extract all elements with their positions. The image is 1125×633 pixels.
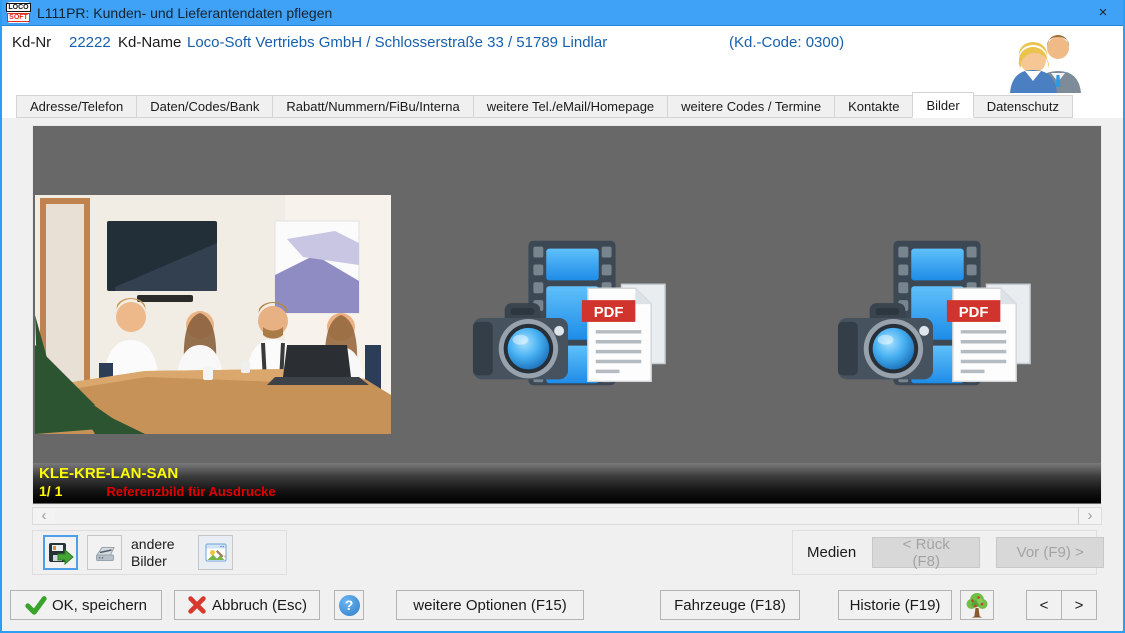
tab-bilder[interactable]: Bilder: [912, 92, 973, 118]
customer-photo[interactable]: [35, 195, 391, 434]
image-viewer-panel: KLE-KRE-LAN-SAN 1/ 1 Referenzbild für Au…: [32, 125, 1102, 505]
save-image-button[interactable]: [43, 535, 78, 570]
historie-button[interactable]: Historie (F19): [838, 590, 952, 620]
tab-adresse-telefon[interactable]: Adresse/Telefon: [16, 95, 137, 118]
loco-soft-logo-icon: LOCO SOFT: [7, 2, 30, 23]
fahrzeuge-button[interactable]: Fahrzeuge (F18): [660, 590, 800, 620]
app-window: LOCO SOFT L111PR: Kunden- und Lieferante…: [0, 0, 1125, 633]
window-title: L111PR: Kunden- und Lieferantendaten pfl…: [37, 5, 332, 21]
kd-code-value: (Kd.-Code: 0300): [729, 34, 844, 51]
horizontal-scrollbar[interactable]: ‹ ›: [32, 507, 1102, 525]
kd-nr-value: 22222: [69, 34, 111, 51]
media-placeholder-icon[interactable]: [836, 238, 1034, 388]
kd-name-value: Loco-Soft Vertriebs GmbH / Schlosserstra…: [187, 34, 607, 51]
record-next-button[interactable]: >: [1061, 590, 1097, 620]
kd-nr-label: Kd-Nr: [12, 34, 51, 51]
tab-rabatt-nummern-fibu-interna[interactable]: Rabatt/Nummern/FiBu/Interna: [272, 95, 473, 118]
medien-forward-button[interactable]: Vor (F9) >: [996, 537, 1104, 568]
family-tree-button[interactable]: [960, 590, 994, 620]
scan-image-button[interactable]: [87, 535, 122, 570]
andere-bilder-label: andere Bilder: [131, 536, 189, 570]
tab-bar: Adresse/Telefon Daten/Codes/Bank Rabatt/…: [2, 95, 1123, 118]
close-icon[interactable]: ×: [1088, 4, 1118, 21]
customer-header: Kd-Nr 22222 Kd-Name Loco-Soft Vertriebs …: [2, 26, 1123, 95]
tab-daten-codes-bank[interactable]: Daten/Codes/Bank: [136, 95, 273, 118]
ok-save-button[interactable]: OK, speichern: [10, 590, 162, 620]
tab-kontakte[interactable]: Kontakte: [834, 95, 913, 118]
tab-weitere-codes-termine[interactable]: weitere Codes / Termine: [667, 95, 835, 118]
reference-image-note: Referenzbild für Ausdrucke: [106, 483, 275, 500]
green-check-icon: [25, 595, 47, 615]
help-button[interactable]: ?: [334, 590, 364, 620]
scrollbar-track[interactable]: [55, 508, 1078, 524]
tab-weitere-tel-email-homepage[interactable]: weitere Tel./eMail/Homepage: [473, 95, 668, 118]
image-editor-icon: [204, 541, 228, 565]
cancel-button[interactable]: Abbruch (Esc): [174, 590, 320, 620]
tree-icon: [966, 592, 988, 618]
image-caption-title: KLE-KRE-LAN-SAN: [33, 463, 1101, 483]
scroll-right-icon[interactable]: ›: [1078, 508, 1101, 524]
image-index: 1/ 1: [39, 483, 62, 500]
kd-name-label: Kd-Name: [118, 34, 181, 51]
scanner-icon: [93, 541, 117, 565]
weitere-optionen-button[interactable]: weitere Optionen (F15): [396, 590, 584, 620]
red-cross-icon: [187, 595, 207, 615]
medien-label: Medien: [807, 544, 856, 561]
help-icon: ?: [339, 595, 360, 616]
record-prev-button[interactable]: <: [1026, 590, 1062, 620]
edit-image-button[interactable]: [198, 535, 233, 570]
save-export-icon: [47, 541, 75, 565]
image-tools-group: andere Bilder: [32, 530, 287, 575]
medien-back-button[interactable]: < Rück (F8): [872, 537, 980, 568]
medien-nav-group: Medien < Rück (F8) Vor (F9) >: [792, 530, 1097, 575]
tab-datenschutz[interactable]: Datenschutz: [973, 95, 1073, 118]
title-bar[interactable]: LOCO SOFT L111PR: Kunden- und Lieferante…: [2, 0, 1123, 26]
scroll-left-icon[interactable]: ‹: [33, 508, 55, 524]
media-placeholder-icon[interactable]: [471, 238, 669, 388]
image-caption-bar: KLE-KRE-LAN-SAN 1/ 1 Referenzbild für Au…: [33, 463, 1101, 503]
customer-persons-icon: [1005, 33, 1087, 93]
